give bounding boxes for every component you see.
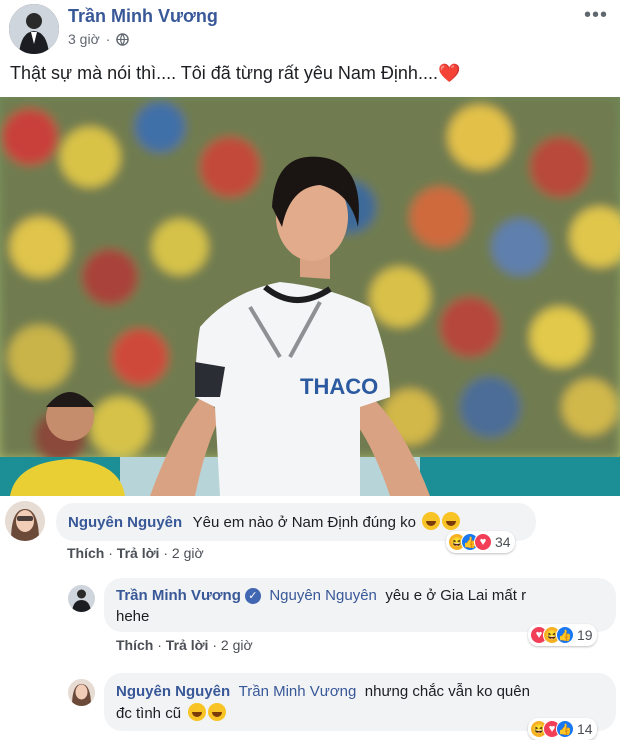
comment-2-like-link[interactable]: Thích xyxy=(116,637,153,653)
laughing-emoji xyxy=(207,703,226,721)
laughing-emoji xyxy=(422,512,441,530)
jersey-text: THACO xyxy=(300,374,378,399)
comment-2-text: yêu e ở Gia Lai mất r xyxy=(385,587,527,604)
comment-3-author[interactable]: Nguyên Nguyên xyxy=(116,683,230,700)
like-reaction-icon: 👍 xyxy=(556,626,574,644)
verified-badge-icon: ✓ xyxy=(244,588,261,604)
laughing-emoji xyxy=(442,512,461,530)
post-author-avatar[interactable] xyxy=(9,4,59,54)
avatar-image xyxy=(68,679,95,706)
comment-3-text: nhưng chắc vẫn ko quên xyxy=(364,683,530,700)
comment-2-time[interactable]: 2 giờ xyxy=(221,637,253,653)
comment-3-reactions[interactable]: 😆 ♥ 👍 14 xyxy=(528,718,597,740)
comment-1-reply-link[interactable]: Trả lời xyxy=(117,545,160,561)
post-timestamp[interactable]: 3 giờ · xyxy=(68,31,130,47)
comment-1-author[interactable]: Nguyên Nguyên xyxy=(68,514,182,531)
comment-1-reaction-count: 34 xyxy=(495,534,511,550)
avatar-image xyxy=(9,4,59,54)
avatar-image xyxy=(68,585,95,612)
comment-3-text-line2: đc tình cũ xyxy=(116,705,182,722)
comment-1-reactions[interactable]: 😆 👍 ♥ 34 xyxy=(446,531,515,553)
comment-2-text-line2: hehe xyxy=(116,608,150,625)
comment-2-reply-link[interactable]: Trả lời xyxy=(166,637,209,653)
post-time-text: 3 giờ xyxy=(68,31,100,47)
comment-2-author[interactable]: Trần Minh Vương xyxy=(116,587,241,604)
comment-1-time[interactable]: 2 giờ xyxy=(172,545,204,561)
post-photo[interactable]: THACO xyxy=(0,97,620,496)
post-text-content: Thật sự mà nói thì.... Tôi đã từng rất y… xyxy=(10,63,438,83)
more-options-icon[interactable]: ••• xyxy=(584,4,608,27)
photo-image: THACO xyxy=(0,97,620,496)
dot-separator: · xyxy=(105,31,111,47)
comment-2-avatar[interactable] xyxy=(68,585,95,612)
comment-1-avatar[interactable] xyxy=(5,501,45,541)
globe-icon xyxy=(116,32,130,46)
comment-3-avatar[interactable] xyxy=(68,679,95,706)
comment-3-mention[interactable]: Trần Minh Vương xyxy=(239,683,357,700)
comment-3-reaction-count: 14 xyxy=(577,721,593,737)
heart-emoji: ❤️ xyxy=(437,63,461,83)
like-reaction-icon: 👍 xyxy=(556,720,574,738)
comment-2-reactions[interactable]: ♥ 😆 👍 19 xyxy=(528,624,597,646)
comment-2-reaction-count: 19 xyxy=(577,627,593,643)
post-text: Thật sự mà nói thì.... Tôi đã từng rất y… xyxy=(10,63,460,84)
post-author-name[interactable]: Trần Minh Vương xyxy=(68,6,218,27)
comment-2-mention[interactable]: Nguyên Nguyên xyxy=(269,587,377,604)
love-reaction-icon: ♥ xyxy=(474,533,492,551)
comment-2-actions: Thích · Trả lời · 2 giờ xyxy=(116,637,253,653)
avatar-image xyxy=(5,501,45,541)
comment-1-like-link[interactable]: Thích xyxy=(67,545,104,561)
laughing-emoji xyxy=(187,703,206,721)
comment-1-actions: Thích · Trả lời · 2 giờ xyxy=(67,545,204,561)
comment-1-text: Yêu em nào ở Nam Định đúng ko xyxy=(192,514,416,531)
